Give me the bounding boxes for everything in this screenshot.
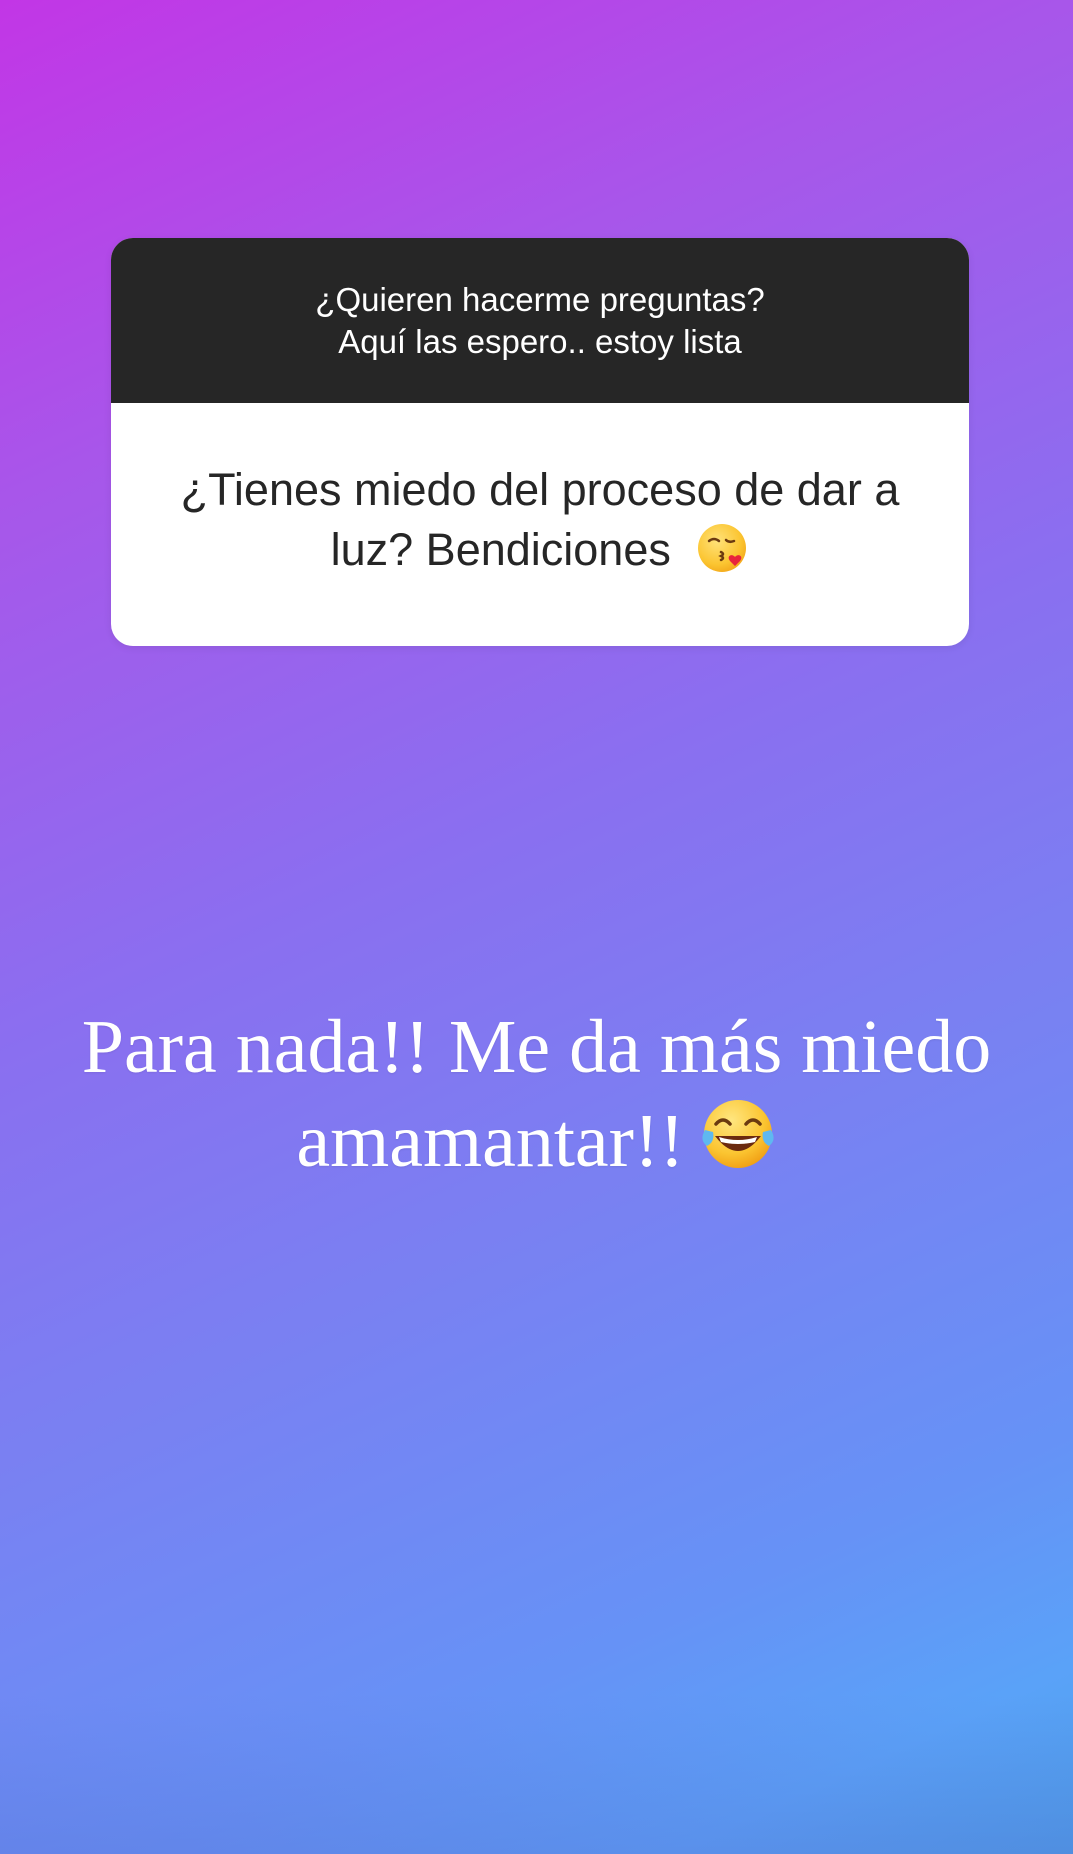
answer-line2: amamantar!!: [296, 1099, 685, 1183]
question-sticker-body: ¿Tienes miedo del proceso de dar a luz? …: [111, 403, 969, 646]
answer-line2-wrap: amamantar!!: [0, 1094, 1073, 1188]
face-with-tears-of-joy-icon: [699, 1096, 777, 1174]
question-prompt-line2: Aquí las espero.. estoy lista: [338, 322, 742, 360]
question-sticker[interactable]: ¿Quieren hacerme preguntas? Aquí las esp…: [111, 238, 969, 646]
question-text: ¿Tienes miedo del proceso de dar a luz? …: [180, 463, 900, 575]
answer-line1: Para nada!! Me da más miedo: [81, 1005, 992, 1089]
question-prompt-line1: ¿Quieren hacerme preguntas?: [315, 280, 765, 318]
face-throwing-kiss-icon: [695, 523, 749, 585]
story-screen: { "question_sticker": { "prompt_line1": …: [0, 0, 1073, 1854]
bottom-gradient-shade: [0, 1694, 1073, 1854]
answer-text: Para nada!! Me da más miedo amamantar!!: [0, 1000, 1073, 1188]
question-sticker-header: ¿Quieren hacerme preguntas? Aquí las esp…: [111, 238, 969, 403]
